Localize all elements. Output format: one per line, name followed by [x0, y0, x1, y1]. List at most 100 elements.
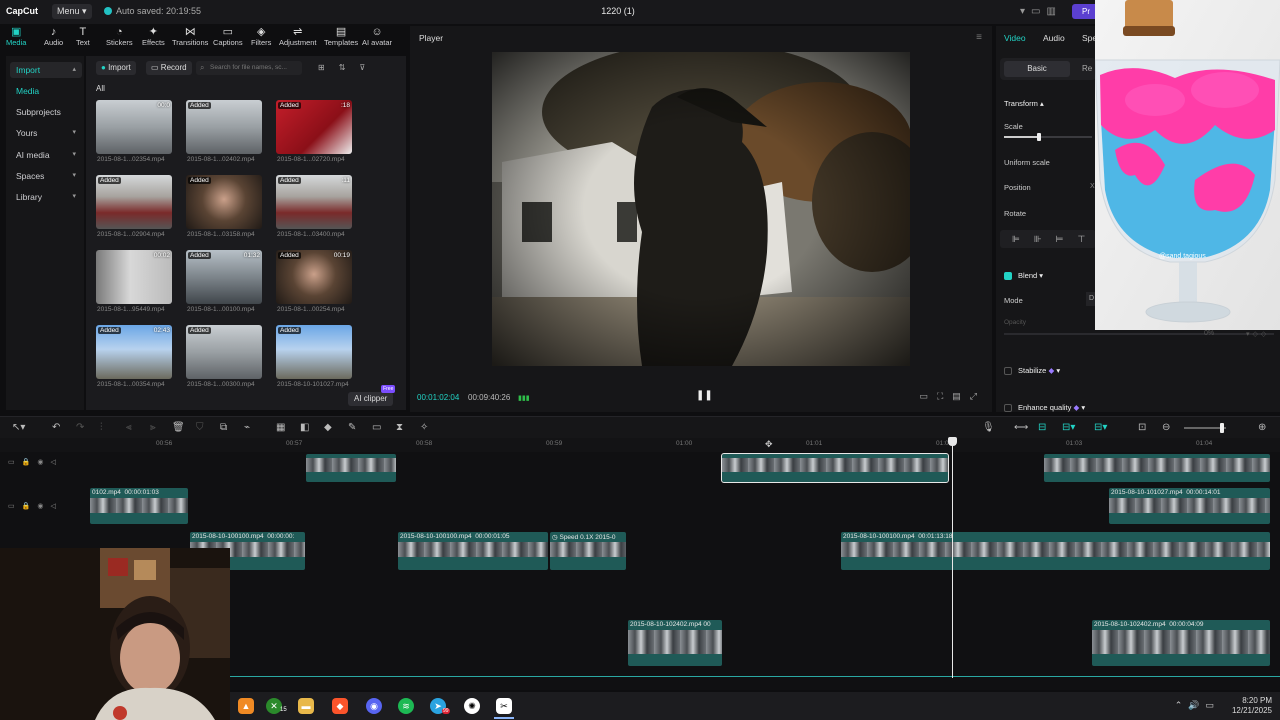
media-search-input[interactable]: Search for file names, sc...	[196, 61, 302, 75]
toolbar-ai-avatar[interactable]: ☺ AI avatar	[362, 26, 392, 47]
toolbar-captions[interactable]: ▭ Captions	[213, 26, 243, 47]
media-thumbnail[interactable]: Added	[186, 325, 262, 379]
record-button[interactable]: ▭ Record	[146, 61, 192, 75]
playhead[interactable]	[952, 438, 953, 678]
timeline-ruler[interactable]: 00:56 00:57 00:58 00:59 01:00 01:01 01:02 01:03…	[0, 438, 1280, 452]
toolbar-audio[interactable]: ♪ Audio	[44, 26, 63, 47]
timeline-clip[interactable]: ◷ Speed 0.1X 2015-0	[550, 532, 626, 570]
discord-icon[interactable]: ◉	[366, 698, 382, 714]
stabilize-checkbox[interactable]	[1004, 367, 1012, 375]
toolbar-adjustment[interactable]: ⇌ Adjustment	[279, 26, 317, 47]
sidebar-item-ai-media[interactable]: AI media ▾	[10, 147, 82, 163]
effects-tool-icon[interactable]: ✧	[420, 422, 428, 433]
linkage-icon[interactable]: ⊟▾	[1062, 422, 1075, 433]
timeline-clip[interactable]: 2015-08-10-101027.mp4 00:00:14:01	[1109, 488, 1270, 524]
timeline-clip[interactable]	[306, 454, 396, 482]
transform-heading[interactable]: Transform ▴	[1004, 99, 1044, 108]
media-thumbnail[interactable]: 00:02	[96, 250, 172, 304]
chatgpt-icon[interactable]: ✺	[464, 698, 480, 714]
pause-button[interactable]: ❚❚	[696, 390, 713, 401]
select-tool-icon[interactable]: ↖▾	[12, 422, 25, 433]
split-right-icon[interactable]: ⫸	[150, 422, 156, 433]
system-tray[interactable]: ⌃🔊▭	[1175, 700, 1220, 711]
timeline-clip[interactable]: 2015-08-10-102402.mp4 00:00:04:09	[1092, 620, 1270, 666]
media-thumbnail[interactable]: Added:18	[276, 100, 352, 154]
media-thumbnail[interactable]: Added	[276, 325, 352, 379]
media-thumbnail[interactable]: Added 02:43	[96, 325, 172, 379]
subtab-basic[interactable]: Basic	[1004, 61, 1070, 77]
media-thumbnail[interactable]: Added:11	[276, 175, 352, 229]
keyframe-icon[interactable]: ◆	[324, 422, 332, 433]
toolbar-media[interactable]: ▣ Media	[6, 26, 26, 47]
timeline-clip[interactable]: 0102.mp4 00:00:01:03	[90, 488, 188, 524]
timeline-clip[interactable]: 2015-08-10-102402.mp4 00	[628, 620, 722, 666]
scale-handle[interactable]	[1037, 133, 1042, 141]
shield-icon[interactable]: ⛉	[196, 422, 204, 433]
sidebar-item-media[interactable]: Media	[10, 83, 82, 99]
taskbar-clock[interactable]: 8:20 PM 12/21/2025	[1232, 696, 1272, 716]
file-explorer-icon[interactable]: ▬	[298, 698, 314, 714]
timeline-clip[interactable]: 2015-08-10-100100.mp4 00:01:13:18	[841, 532, 1270, 570]
track-controls-row1[interactable]: ▭🔒◉◁	[8, 458, 63, 466]
playhead-handle[interactable]	[948, 437, 957, 446]
capcut-icon[interactable]: ✂	[496, 698, 512, 714]
media-thumbnail[interactable]: Added 01:32	[186, 250, 262, 304]
video-preview[interactable]	[492, 52, 910, 366]
redo-icon[interactable]: ↷	[76, 422, 84, 433]
sidebar-item-library[interactable]: Library ▾	[10, 189, 82, 205]
undo-icon[interactable]: ↶	[52, 422, 60, 433]
microphone-icon[interactable]: 🎙	[982, 422, 995, 433]
media-thumbnail[interactable]: 00:0	[96, 100, 172, 154]
spotify-icon[interactable]: ≋	[398, 698, 414, 714]
tab-video[interactable]: Video	[1004, 33, 1026, 43]
sidebar-item-import[interactable]: Import ▴	[10, 62, 82, 78]
app-icon-orange[interactable]: ▲	[238, 698, 254, 714]
ai-clipper-button[interactable]: AI clipper Free	[348, 385, 396, 406]
player-menu-icon[interactable]: ≡	[976, 32, 982, 43]
delete-icon[interactable]: 🗑	[172, 422, 185, 433]
enhance-heading[interactable]: Enhance quality ◆ ▾	[1018, 403, 1085, 412]
blend-checkbox[interactable]	[1004, 272, 1012, 280]
timeline-clip-selected[interactable]	[721, 453, 949, 483]
freeze-icon[interactable]: ▦	[276, 422, 285, 433]
blend-heading[interactable]: Blend ▾	[1018, 271, 1043, 280]
media-thumbnail[interactable]: Added 00:19	[276, 250, 352, 304]
toolbar-templates[interactable]: ▤ Templates	[324, 26, 358, 47]
opacity-keyframe-icons[interactable]: ▾◇◇	[1246, 330, 1269, 338]
import-button[interactable]: ● Import	[96, 61, 136, 75]
magic-icon[interactable]: ✎	[348, 422, 356, 433]
track-controls-row2[interactable]: ▭🔒◉◁	[8, 502, 63, 510]
timeline-clip[interactable]	[1044, 454, 1270, 482]
enhance-checkbox[interactable]	[1004, 404, 1012, 412]
preview-axis-icon[interactable]: ⊟▾	[1094, 422, 1107, 433]
toolbar-filters[interactable]: ◈ Filters	[251, 26, 271, 47]
media-thumbnail[interactable]: Added	[186, 175, 262, 229]
opacity-slider[interactable]	[1004, 333, 1274, 335]
zoom-handle[interactable]	[1220, 423, 1224, 433]
zoom-slider[interactable]	[1184, 423, 1226, 433]
toolbar-effects[interactable]: ✦ Effects	[142, 26, 165, 47]
subtab-remove[interactable]: Re	[1082, 61, 1092, 77]
split-icon[interactable]: ⫶	[100, 422, 103, 433]
player-view-controls[interactable]: ▭⛶▤⤢	[919, 391, 986, 402]
zoom-in-icon[interactable]: ⊕	[1258, 422, 1266, 433]
toolbar-stickers[interactable]: ◔ Stickers	[106, 26, 133, 47]
toolbar-transitions[interactable]: ⋈ Transitions	[172, 26, 208, 47]
magnet-icon[interactable]: ⊟	[1038, 422, 1046, 433]
sidebar-item-spaces[interactable]: Spaces ▾	[10, 168, 82, 184]
transition-tool-icon[interactable]: ▭	[372, 422, 381, 433]
zoom-out-icon[interactable]: ⊖	[1162, 422, 1170, 433]
crop-icon[interactable]: ⧉	[220, 422, 227, 433]
media-thumbnail[interactable]: Added	[96, 175, 172, 229]
align-controls[interactable]: ⊫⊪⊨⊤	[1000, 230, 1096, 248]
timeline-clip[interactable]: 2015-08-10-100100.mp4 00:00:01:05	[398, 532, 548, 570]
fit-timeline-icon[interactable]: ⊡	[1138, 422, 1146, 433]
scale-slider[interactable]	[1004, 133, 1092, 141]
brave-icon[interactable]: ◆	[332, 698, 348, 714]
stabilize-heading[interactable]: Stabilize ◆ ▾	[1018, 366, 1060, 375]
speed-icon[interactable]: ⧗	[396, 422, 403, 433]
mirror-icon[interactable]: ◧	[300, 422, 309, 433]
tab-audio[interactable]: Audio	[1043, 33, 1065, 43]
link-icon[interactable]: ⟷	[1014, 422, 1028, 433]
auto-reframe-icon[interactable]: ⌁	[244, 422, 250, 433]
